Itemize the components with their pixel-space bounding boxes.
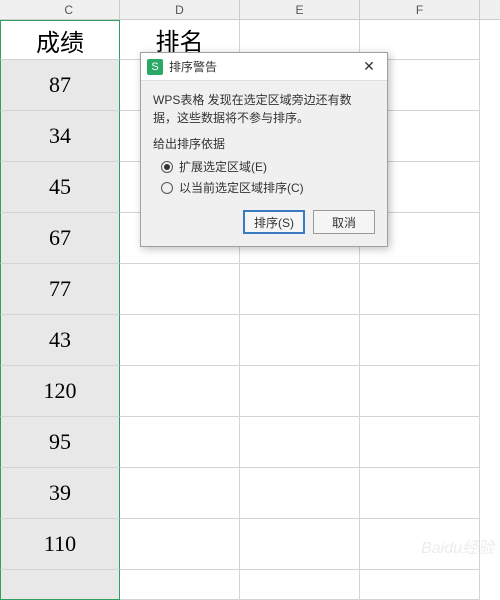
cell[interactable] (240, 468, 360, 519)
cell[interactable] (360, 417, 480, 468)
cell[interactable]: 77 (0, 264, 120, 315)
cell[interactable]: 95 (0, 417, 120, 468)
cell[interactable]: 34 (0, 111, 120, 162)
cell[interactable] (120, 315, 240, 366)
table-row (0, 570, 500, 600)
cell[interactable] (240, 315, 360, 366)
cell[interactable] (240, 366, 360, 417)
column-header-row: C D E F (0, 0, 500, 20)
radio-option-current[interactable]: 以当前选定区域排序(C) (161, 179, 375, 196)
col-header-c[interactable]: C (0, 0, 120, 19)
cell[interactable] (120, 264, 240, 315)
col-header-e[interactable]: E (240, 0, 360, 19)
table-row: 43 (0, 315, 500, 366)
sort-button[interactable]: 排序(S) (243, 210, 305, 234)
cell[interactable]: 43 (0, 315, 120, 366)
header-cell-scores[interactable]: 成绩 (0, 20, 120, 60)
cell[interactable] (360, 570, 480, 600)
close-icon[interactable]: ✕ (357, 57, 381, 77)
cell[interactable]: 110 (0, 519, 120, 570)
cell[interactable] (120, 417, 240, 468)
cell[interactable] (240, 519, 360, 570)
radio-icon (161, 182, 173, 194)
cell[interactable] (120, 570, 240, 600)
cell[interactable]: 45 (0, 162, 120, 213)
cell[interactable] (360, 264, 480, 315)
cell[interactable]: 67 (0, 213, 120, 264)
dialog-message: WPS表格 发现在选定区域旁边还有数据，这些数据将不参与排序。 (153, 91, 375, 127)
col-header-d[interactable]: D (120, 0, 240, 19)
cell[interactable] (360, 366, 480, 417)
radio-label: 扩展选定区域(E) (179, 158, 267, 175)
cell[interactable] (240, 417, 360, 468)
cell[interactable]: 39 (0, 468, 120, 519)
app-icon: S (147, 59, 163, 75)
radio-option-expand[interactable]: 扩展选定区域(E) (161, 158, 375, 175)
cell[interactable] (360, 315, 480, 366)
dialog-title: 排序警告 (169, 58, 357, 75)
cell[interactable]: 120 (0, 366, 120, 417)
dialog-buttons: 排序(S) 取消 (153, 210, 375, 234)
sort-warning-dialog: S 排序警告 ✕ WPS表格 发现在选定区域旁边还有数据，这些数据将不参与排序。… (140, 52, 388, 247)
table-row: 39 (0, 468, 500, 519)
cell[interactable] (120, 468, 240, 519)
dialog-body: WPS表格 发现在选定区域旁边还有数据，这些数据将不参与排序。 给出排序依据 扩… (141, 81, 387, 246)
col-header-f[interactable]: F (360, 0, 480, 19)
table-row: 110 (0, 519, 500, 570)
cell[interactable] (120, 366, 240, 417)
cell[interactable]: 87 (0, 60, 120, 111)
table-row: 95 (0, 417, 500, 468)
dialog-label: 给出排序依据 (153, 135, 375, 152)
cell[interactable] (360, 519, 480, 570)
dialog-titlebar[interactable]: S 排序警告 ✕ (141, 53, 387, 81)
table-row: 77 (0, 264, 500, 315)
cell[interactable] (240, 570, 360, 600)
table-row: 120 (0, 366, 500, 417)
cell[interactable] (0, 570, 120, 600)
cell[interactable] (240, 264, 360, 315)
radio-icon (161, 161, 173, 173)
cell[interactable] (120, 519, 240, 570)
cell[interactable] (360, 468, 480, 519)
radio-label: 以当前选定区域排序(C) (179, 179, 304, 196)
cancel-button[interactable]: 取消 (313, 210, 375, 234)
